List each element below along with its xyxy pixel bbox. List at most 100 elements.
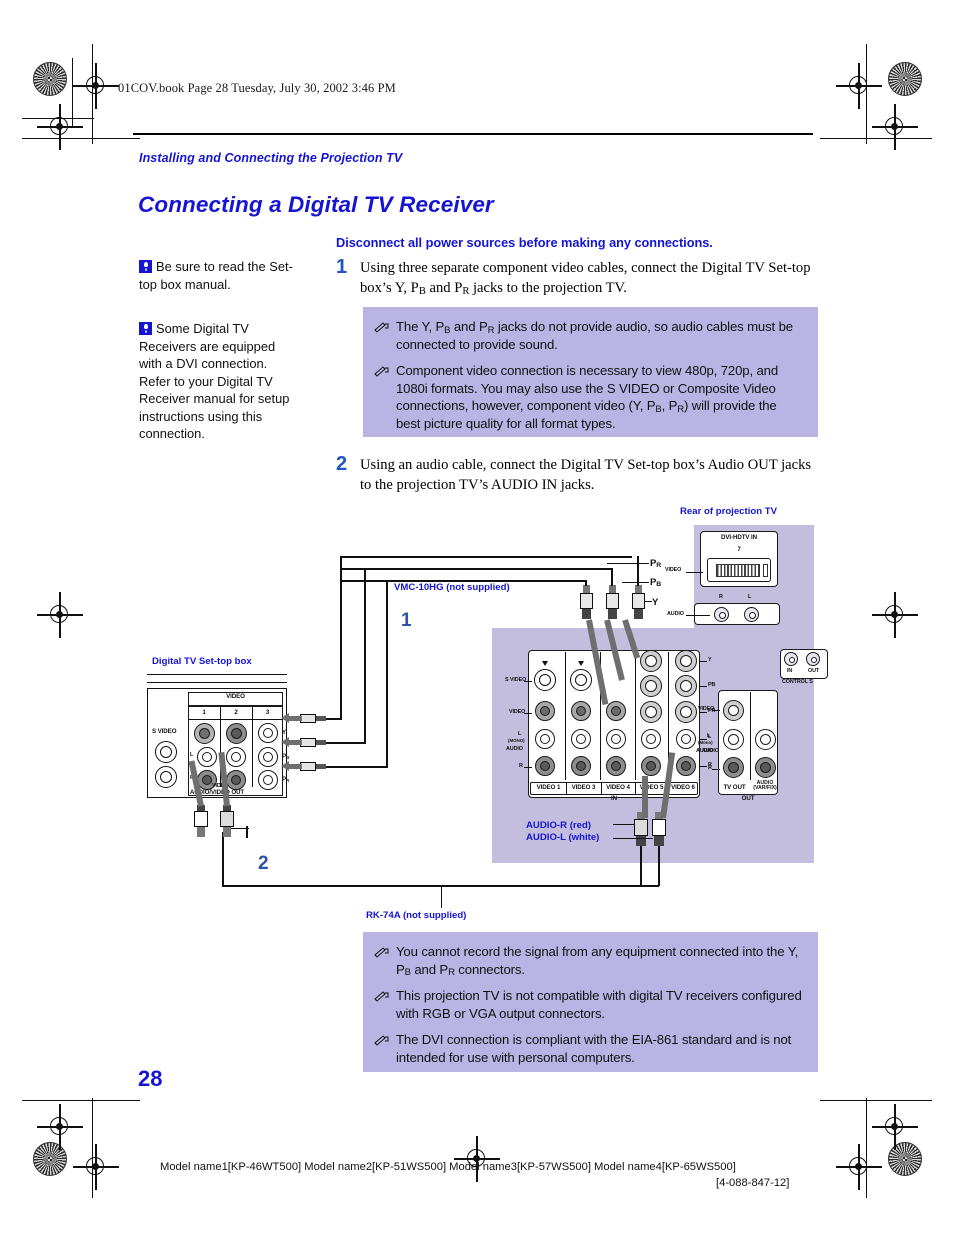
tv-video5-y-jack <box>640 650 662 672</box>
dvi-connector <box>707 558 771 582</box>
stb-plug-pr <box>300 760 328 773</box>
stb-row-label-l: L <box>190 752 194 758</box>
tv-video6-audio-l-jack <box>676 729 696 749</box>
stb-row-label-r: R <box>190 775 194 781</box>
diagram-label-audio-r: AUDIO-R (red) <box>526 820 592 831</box>
tv-panel-divider <box>565 652 567 780</box>
step-1-sub-b: B <box>418 285 426 297</box>
tv-row-label-video: VIDEO <box>509 709 526 715</box>
stb-out-label-pr: PR <box>282 776 290 783</box>
crop-mark-tr-h <box>820 138 932 140</box>
stb-out-y-jack <box>258 723 278 743</box>
tv-audio-l-jack-3 <box>571 729 591 749</box>
dvi-video-label: VIDEO <box>665 567 682 573</box>
stb-plug-y <box>300 712 328 725</box>
tv-audio-r-jack-3 <box>571 756 591 776</box>
stb-svideo-label: S VIDEO <box>152 728 177 735</box>
registration-mark-bottom-left <box>73 1144 119 1190</box>
arrowhead-stb-y <box>281 713 289 723</box>
control-s-in-jack <box>784 652 798 666</box>
control-s-out-label: OUT <box>808 668 820 674</box>
audio-cable-left-stub <box>246 826 248 838</box>
note-item: This projection TV is not compatible wit… <box>374 987 804 1022</box>
tip-2: Some Digital TV Receivers are equipped w… <box>139 320 299 443</box>
cable-stb-pb <box>320 742 366 744</box>
tv-audio-r-jack-4 <box>606 756 626 776</box>
registration-mark-bottom-right <box>836 1144 882 1190</box>
cable-pr-vertical <box>585 580 587 586</box>
stb-col-label-2: 2 <box>234 709 238 716</box>
stb-video-row-label: VIDEO <box>212 783 229 789</box>
stb-video-jack-1 <box>194 723 215 744</box>
arrow-insert-audio-l <box>660 752 676 819</box>
stb-svideo-jack-1 <box>155 741 177 763</box>
stb-chassis <box>147 688 287 798</box>
arrow-to-stb-pr <box>288 764 302 769</box>
dvi-audio-l-label: L <box>748 594 752 600</box>
registration-mark-left-middle <box>37 592 83 638</box>
tv-audio-l-jack-4 <box>606 729 626 749</box>
crop-mark-tl-v2 <box>92 44 94 144</box>
tv-panel-background <box>492 628 814 863</box>
tv-out-audio-l-jack <box>723 729 744 750</box>
page-number: 28 <box>138 1066 163 1091</box>
arrow-insert-pr <box>586 619 609 705</box>
registration-mark-right-bottom <box>872 1104 918 1150</box>
stb-plug-pb <box>300 736 328 749</box>
step-1-text: Using three separate component video cab… <box>360 259 812 298</box>
cable-pb-horizontal <box>340 568 611 570</box>
tv-video6-audio-r-jack <box>676 756 696 776</box>
diagram-step-marker-1: 1 <box>401 610 412 631</box>
page-title: Connecting a Digital TV Receiver <box>138 192 494 217</box>
step-2-text: Using an audio cable, connect the Digita… <box>360 457 812 493</box>
note-text: The DVI connection is compliant with the… <box>396 1032 792 1065</box>
tv-out-audio-label: AUDIO <box>696 748 713 754</box>
tv-video5-pb-jack <box>640 675 662 697</box>
note-pencil-icon <box>374 321 389 333</box>
cable-pr-horizontal <box>340 580 586 582</box>
tv-panel-divider <box>635 652 637 780</box>
section-kicker: Installing and Connecting the Projection… <box>139 151 403 165</box>
tv-video6-pr-jack <box>675 701 697 723</box>
halftone-density-mark-top-left <box>33 62 67 96</box>
note-box-bottom: You cannot record the signal from any eq… <box>363 932 818 1072</box>
tv-out-block <box>718 690 778 795</box>
tv-audio-l-jack-1 <box>535 729 555 749</box>
stb-video-grid <box>188 706 283 796</box>
dvi-video-leader <box>686 572 703 574</box>
registration-mark-top-right <box>836 63 882 109</box>
power-warning-text: Disconnect all power sources before maki… <box>336 235 713 250</box>
tv-panel-divider <box>668 652 670 780</box>
tv-audio-var-col-label: AUDIO (VAR/FIX) <box>753 780 777 792</box>
audio-plug-l <box>652 812 666 846</box>
note-pencil-icon <box>374 946 389 958</box>
tv-out-video-label: VIDEO <box>698 706 715 712</box>
rk-leader-line <box>441 886 443 908</box>
diagram-step-marker-2: 2 <box>258 853 269 874</box>
tv-column-footer-bar <box>530 782 698 795</box>
tv-audio-r-jack-1 <box>535 756 555 776</box>
tv-col-label-video3: VIDEO 3 <box>571 784 596 791</box>
stb-out-label-pb: PB <box>282 753 290 760</box>
tv-video-jack-3 <box>571 701 591 721</box>
diagram-label-stb: Digital TV Set-top box <box>152 656 252 667</box>
audio-plug-r <box>634 812 648 846</box>
tv-jack-panel <box>528 650 700 798</box>
cable-left-drop-pb <box>364 568 366 744</box>
control-s-in-label: IN <box>787 668 793 674</box>
tv-svideo-marker-3 <box>578 661 584 666</box>
crop-mark-tl-h <box>22 118 94 120</box>
tv-out-l-label: L <box>707 733 711 739</box>
footer-models: Model name1[KP-46WT500] Model name2[KP-5… <box>160 1161 736 1173</box>
tv-panel-divider <box>600 652 602 780</box>
stb-audio-plug-l <box>194 805 208 837</box>
step-2-number: 2 <box>336 453 348 475</box>
arrow-insert-y <box>622 619 641 659</box>
cable-pb-vertical <box>611 568 613 586</box>
tv-col-label-video5: VIDEO 5 <box>639 784 664 791</box>
note-text: You cannot record the signal from any eq… <box>396 944 799 979</box>
halftone-density-mark-bottom-left <box>33 1142 67 1176</box>
control-s-box <box>780 649 828 679</box>
note-pencil-icon <box>374 1034 389 1046</box>
control-s-title-label: CONTROL S <box>782 679 813 685</box>
